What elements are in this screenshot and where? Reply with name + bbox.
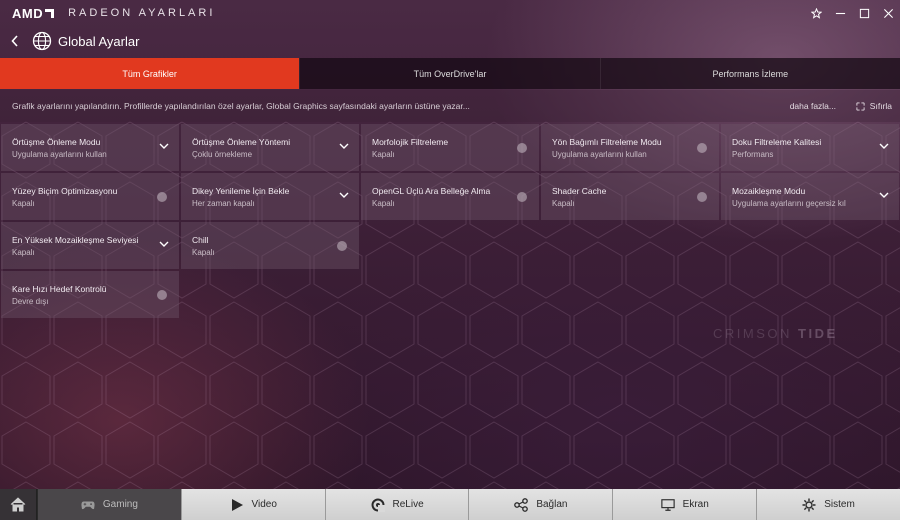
- setting-frame-rate-target-control[interactable]: Kare Hızı Hedef Kontrolü Devre dışı: [1, 271, 179, 318]
- chevron-down-icon: [159, 143, 169, 149]
- chevron-left-icon: [11, 35, 18, 47]
- chevron-down-icon: [879, 143, 889, 149]
- setting-wait-for-vertical-refresh[interactable]: Dikey Yenileme İçin Bekle Her zaman kapa…: [181, 173, 359, 220]
- chevron-down-icon: [879, 192, 889, 198]
- reset-label: Sıfırla: [869, 101, 892, 111]
- minimize-button[interactable]: [828, 0, 852, 26]
- setting-anti-aliasing-mode[interactable]: Örtüşme Önleme Modu Uygulama ayarlarını …: [1, 124, 179, 171]
- chevron-down-icon: [339, 143, 349, 149]
- page-header: Global Ayarlar: [0, 28, 139, 54]
- toggle-switch[interactable]: [697, 192, 707, 202]
- setting-max-tessellation-level[interactable]: En Yüksek Mozaikleşme Seviyesi Kapalı: [1, 222, 179, 269]
- setting-texture-filtering-quality[interactable]: Doku Filtreleme Kalitesi Performans: [721, 124, 899, 171]
- nav-system[interactable]: Sistem: [756, 489, 900, 520]
- monitor-icon: [660, 498, 675, 511]
- connect-icon: [514, 497, 529, 512]
- toggle-switch[interactable]: [517, 143, 527, 153]
- home-icon: [10, 497, 26, 512]
- setting-opengl-triple-buffering[interactable]: OpenGL Üçlü Ara Belleğe Alma Kapalı: [361, 173, 539, 220]
- gamepad-icon: [81, 501, 95, 509]
- window-controls: [804, 0, 900, 26]
- globe-icon: [32, 31, 52, 51]
- toggle-switch[interactable]: [157, 192, 167, 202]
- description-text: Grafik ayarlarını yapılandırın. Profille…: [12, 101, 470, 111]
- setting-chill[interactable]: Chill Kapalı: [181, 222, 359, 269]
- tab-all-graphics[interactable]: Tüm Grafikler: [0, 58, 300, 89]
- setting-anisotropic-filtering-mode[interactable]: Yön Bağımlı Filtreleme Modu Uygulama aya…: [541, 124, 719, 171]
- tab-performance-monitoring[interactable]: Performans İzleme: [599, 58, 900, 89]
- more-link[interactable]: daha fazla...: [790, 101, 836, 111]
- play-icon: [231, 498, 243, 511]
- title-bar: AMD RADEON AYARLARI: [0, 0, 900, 26]
- close-button[interactable]: [876, 0, 900, 26]
- setting-anti-aliasing-method[interactable]: Örtüşme Önleme Yöntemi Çoklu örnekleme: [181, 124, 359, 171]
- setting-tessellation-mode[interactable]: Mozaikleşme Modu Uygulama ayarlarını geç…: [721, 173, 899, 220]
- relive-icon: [371, 498, 385, 512]
- home-button[interactable]: [0, 489, 37, 520]
- amd-logo: AMD: [12, 6, 55, 21]
- setting-morphological-filtering[interactable]: Morfolojik Filtreleme Kapalı: [361, 124, 539, 171]
- chevron-down-icon: [339, 192, 349, 198]
- toggle-switch[interactable]: [697, 143, 707, 153]
- crimson-tide-watermark: CRIMSON TIDE: [713, 326, 838, 341]
- tab-all-overdrive[interactable]: Tüm OverDrive'lar: [299, 58, 599, 89]
- page-title: Global Ayarlar: [58, 33, 140, 49]
- toggle-switch[interactable]: [337, 241, 347, 251]
- system-icon: [802, 498, 816, 511]
- maximize-button[interactable]: [852, 0, 876, 26]
- reset-icon: [856, 101, 865, 111]
- nav-video[interactable]: Video: [180, 489, 325, 520]
- reset-button[interactable]: Sıfırla: [856, 101, 892, 111]
- toggle-switch[interactable]: [157, 290, 167, 300]
- nav-gaming[interactable]: Gaming: [37, 489, 181, 520]
- bottom-navigation: Gaming Video ReLive Bağlan Ekran Sistem: [0, 489, 900, 520]
- app-title: RADEON AYARLARI: [68, 7, 216, 19]
- setting-shader-cache[interactable]: Shader Cache Kapalı: [541, 173, 719, 220]
- setting-surface-format-optimization[interactable]: Yüzey Biçim Optimizasyonu Kapalı: [1, 173, 179, 220]
- back-button[interactable]: [8, 31, 22, 51]
- nav-relive[interactable]: ReLive: [324, 489, 469, 520]
- favorite-star-icon[interactable]: [804, 0, 828, 26]
- info-row: Grafik ayarlarını yapılandırın. Profille…: [0, 90, 900, 122]
- nav-connect[interactable]: Bağlan: [468, 489, 613, 520]
- amd-arrow-icon: [45, 8, 55, 18]
- nav-display[interactable]: Ekran: [612, 489, 757, 520]
- tab-bar: Tüm Grafikler Tüm OverDrive'lar Performa…: [0, 58, 900, 89]
- toggle-switch[interactable]: [517, 192, 527, 202]
- chevron-down-icon: [159, 241, 169, 247]
